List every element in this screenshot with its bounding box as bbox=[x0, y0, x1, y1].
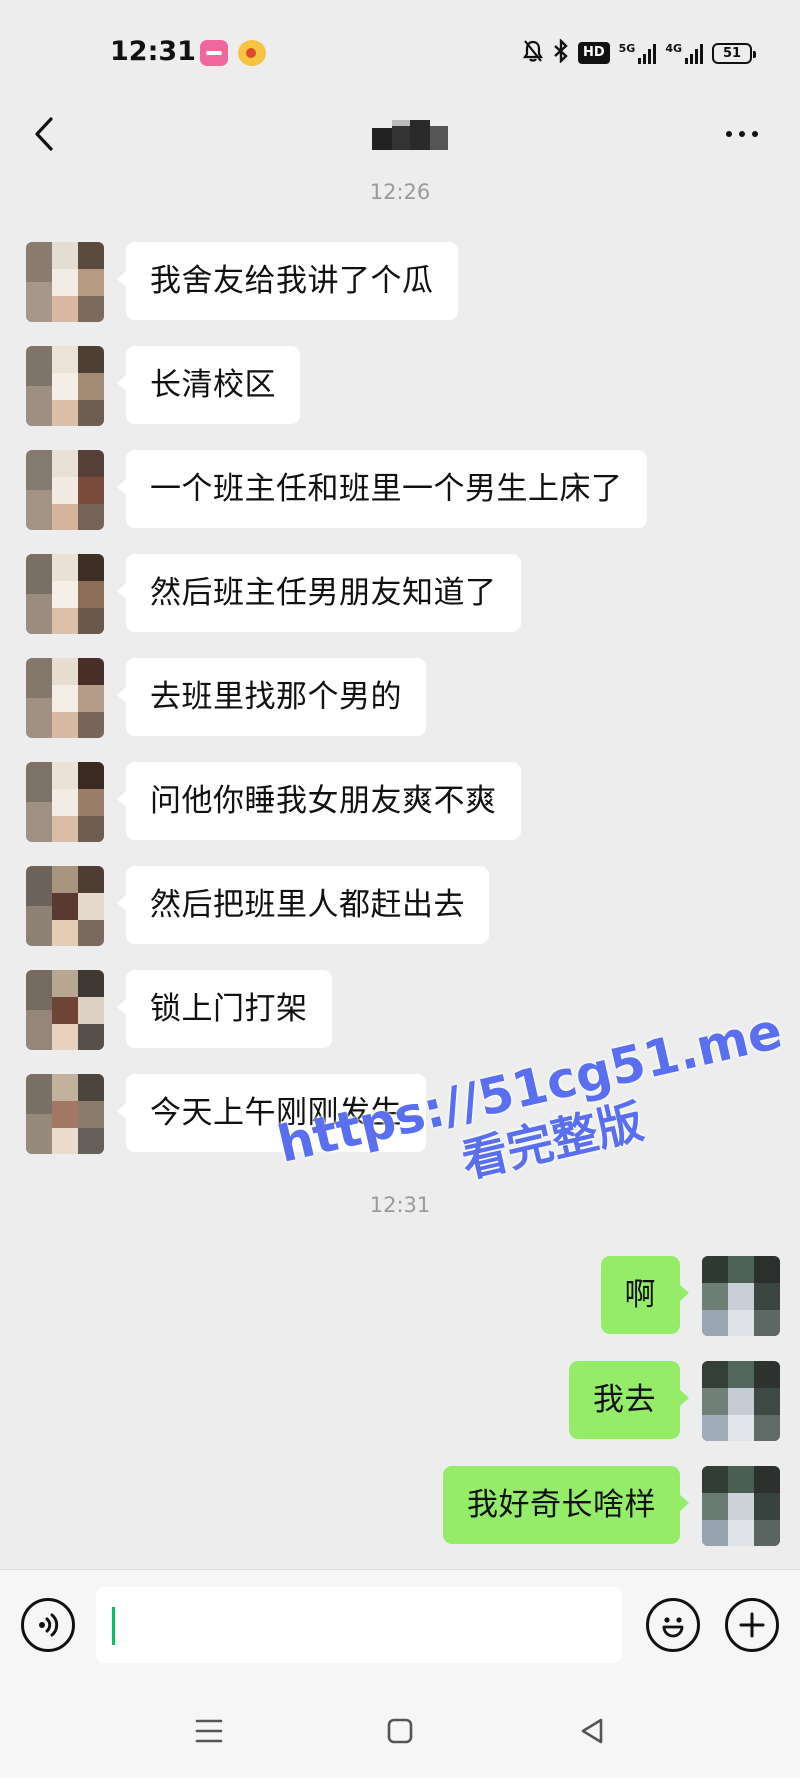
timestamp: 12:31 bbox=[369, 1193, 431, 1217]
back-triangle-icon bbox=[581, 1718, 603, 1744]
status-bar: 12:31 HD 5G 4G 51 bbox=[0, 0, 800, 100]
message-outgoing[interactable]: 我去 bbox=[569, 1361, 780, 1441]
message-incoming[interactable]: 锁上门打架 bbox=[26, 970, 332, 1050]
home-button[interactable] bbox=[376, 1707, 424, 1755]
avatar[interactable] bbox=[702, 1361, 780, 1441]
emoji-button[interactable] bbox=[646, 1598, 700, 1652]
message-bubble: 然后把班里人都赶出去 bbox=[117, 866, 489, 944]
signal-5g-icon: 5G bbox=[619, 42, 657, 64]
system-nav-bar bbox=[0, 1685, 800, 1778]
message-incoming[interactable]: 今天上午刚刚发生 bbox=[26, 1074, 426, 1154]
avatar[interactable] bbox=[26, 658, 104, 738]
weibo-icon bbox=[238, 40, 266, 66]
message-incoming[interactable]: 长清校区 bbox=[26, 346, 300, 426]
status-time: 12:31 bbox=[110, 36, 196, 67]
emoji-icon bbox=[662, 1617, 684, 1638]
avatar[interactable] bbox=[26, 762, 104, 842]
message-bubble: 长清校区 bbox=[117, 346, 300, 424]
home-square-icon bbox=[387, 1718, 413, 1744]
back-button[interactable] bbox=[22, 112, 66, 156]
avatar[interactable] bbox=[26, 450, 104, 530]
message-outgoing[interactable]: 我好奇长啥样 bbox=[443, 1466, 780, 1546]
avatar[interactable] bbox=[26, 346, 104, 426]
message-incoming[interactable]: 去班里找那个男的 bbox=[26, 658, 426, 738]
more-dots-icon bbox=[726, 131, 732, 137]
signal-4g-label: 4G bbox=[665, 42, 682, 55]
chat-title-blurred bbox=[372, 120, 448, 150]
avatar[interactable] bbox=[702, 1466, 780, 1546]
plus-button[interactable] bbox=[725, 1598, 779, 1652]
avatar[interactable] bbox=[26, 554, 104, 634]
more-button[interactable] bbox=[716, 112, 768, 156]
nav-back-button[interactable] bbox=[568, 1707, 616, 1755]
menu-button[interactable] bbox=[185, 1707, 233, 1755]
avatar[interactable] bbox=[702, 1256, 780, 1336]
bluetooth-icon bbox=[553, 37, 569, 68]
message-input[interactable] bbox=[96, 1587, 622, 1663]
voice-button[interactable] bbox=[21, 1598, 75, 1652]
status-indicators: HD 5G 4G 51 bbox=[522, 37, 756, 68]
battery-icon: 51 bbox=[712, 42, 756, 64]
input-bar bbox=[0, 1569, 800, 1685]
message-bubble: 我去 bbox=[569, 1361, 689, 1439]
message-bubble: 问他你睡我女朋友爽不爽 bbox=[117, 762, 521, 840]
chevron-left-icon bbox=[35, 117, 53, 151]
timestamp: 12:26 bbox=[369, 180, 431, 204]
menu-icon bbox=[195, 1719, 223, 1743]
message-bubble: 一个班主任和班里一个男生上床了 bbox=[117, 450, 647, 528]
message-incoming[interactable]: 我舍友给我讲了个瓜 bbox=[26, 242, 458, 322]
signal-4g-icon: 4G bbox=[665, 42, 703, 64]
message-incoming[interactable]: 然后把班里人都赶出去 bbox=[26, 866, 489, 946]
message-bubble: 啊 bbox=[600, 1256, 689, 1334]
mute-bell-icon bbox=[522, 39, 544, 68]
avatar[interactable] bbox=[26, 866, 104, 946]
avatar[interactable] bbox=[26, 970, 104, 1050]
message-bubble: 去班里找那个男的 bbox=[117, 658, 426, 736]
chat-header bbox=[0, 100, 800, 180]
message-bubble: 今天上午刚刚发生 bbox=[117, 1074, 426, 1152]
avatar[interactable] bbox=[26, 242, 104, 322]
plus-icon bbox=[739, 1612, 765, 1638]
message-bubble: 锁上门打架 bbox=[117, 970, 332, 1048]
signal-5g-label: 5G bbox=[618, 42, 636, 55]
app-icon-pink bbox=[200, 40, 228, 66]
message-incoming[interactable]: 一个班主任和班里一个男生上床了 bbox=[26, 450, 647, 530]
message-bubble: 我舍友给我讲了个瓜 bbox=[117, 242, 458, 320]
message-incoming[interactable]: 然后班主任男朋友知道了 bbox=[26, 554, 521, 634]
message-incoming[interactable]: 问他你睡我女朋友爽不爽 bbox=[26, 762, 521, 842]
hd-icon: HD bbox=[577, 42, 610, 64]
voice-icon bbox=[39, 1613, 59, 1637]
avatar[interactable] bbox=[26, 1074, 104, 1154]
text-cursor bbox=[112, 1607, 115, 1645]
message-bubble: 我好奇长啥样 bbox=[443, 1466, 689, 1544]
message-outgoing[interactable]: 啊 bbox=[600, 1256, 780, 1336]
message-bubble: 然后班主任男朋友知道了 bbox=[117, 554, 521, 632]
